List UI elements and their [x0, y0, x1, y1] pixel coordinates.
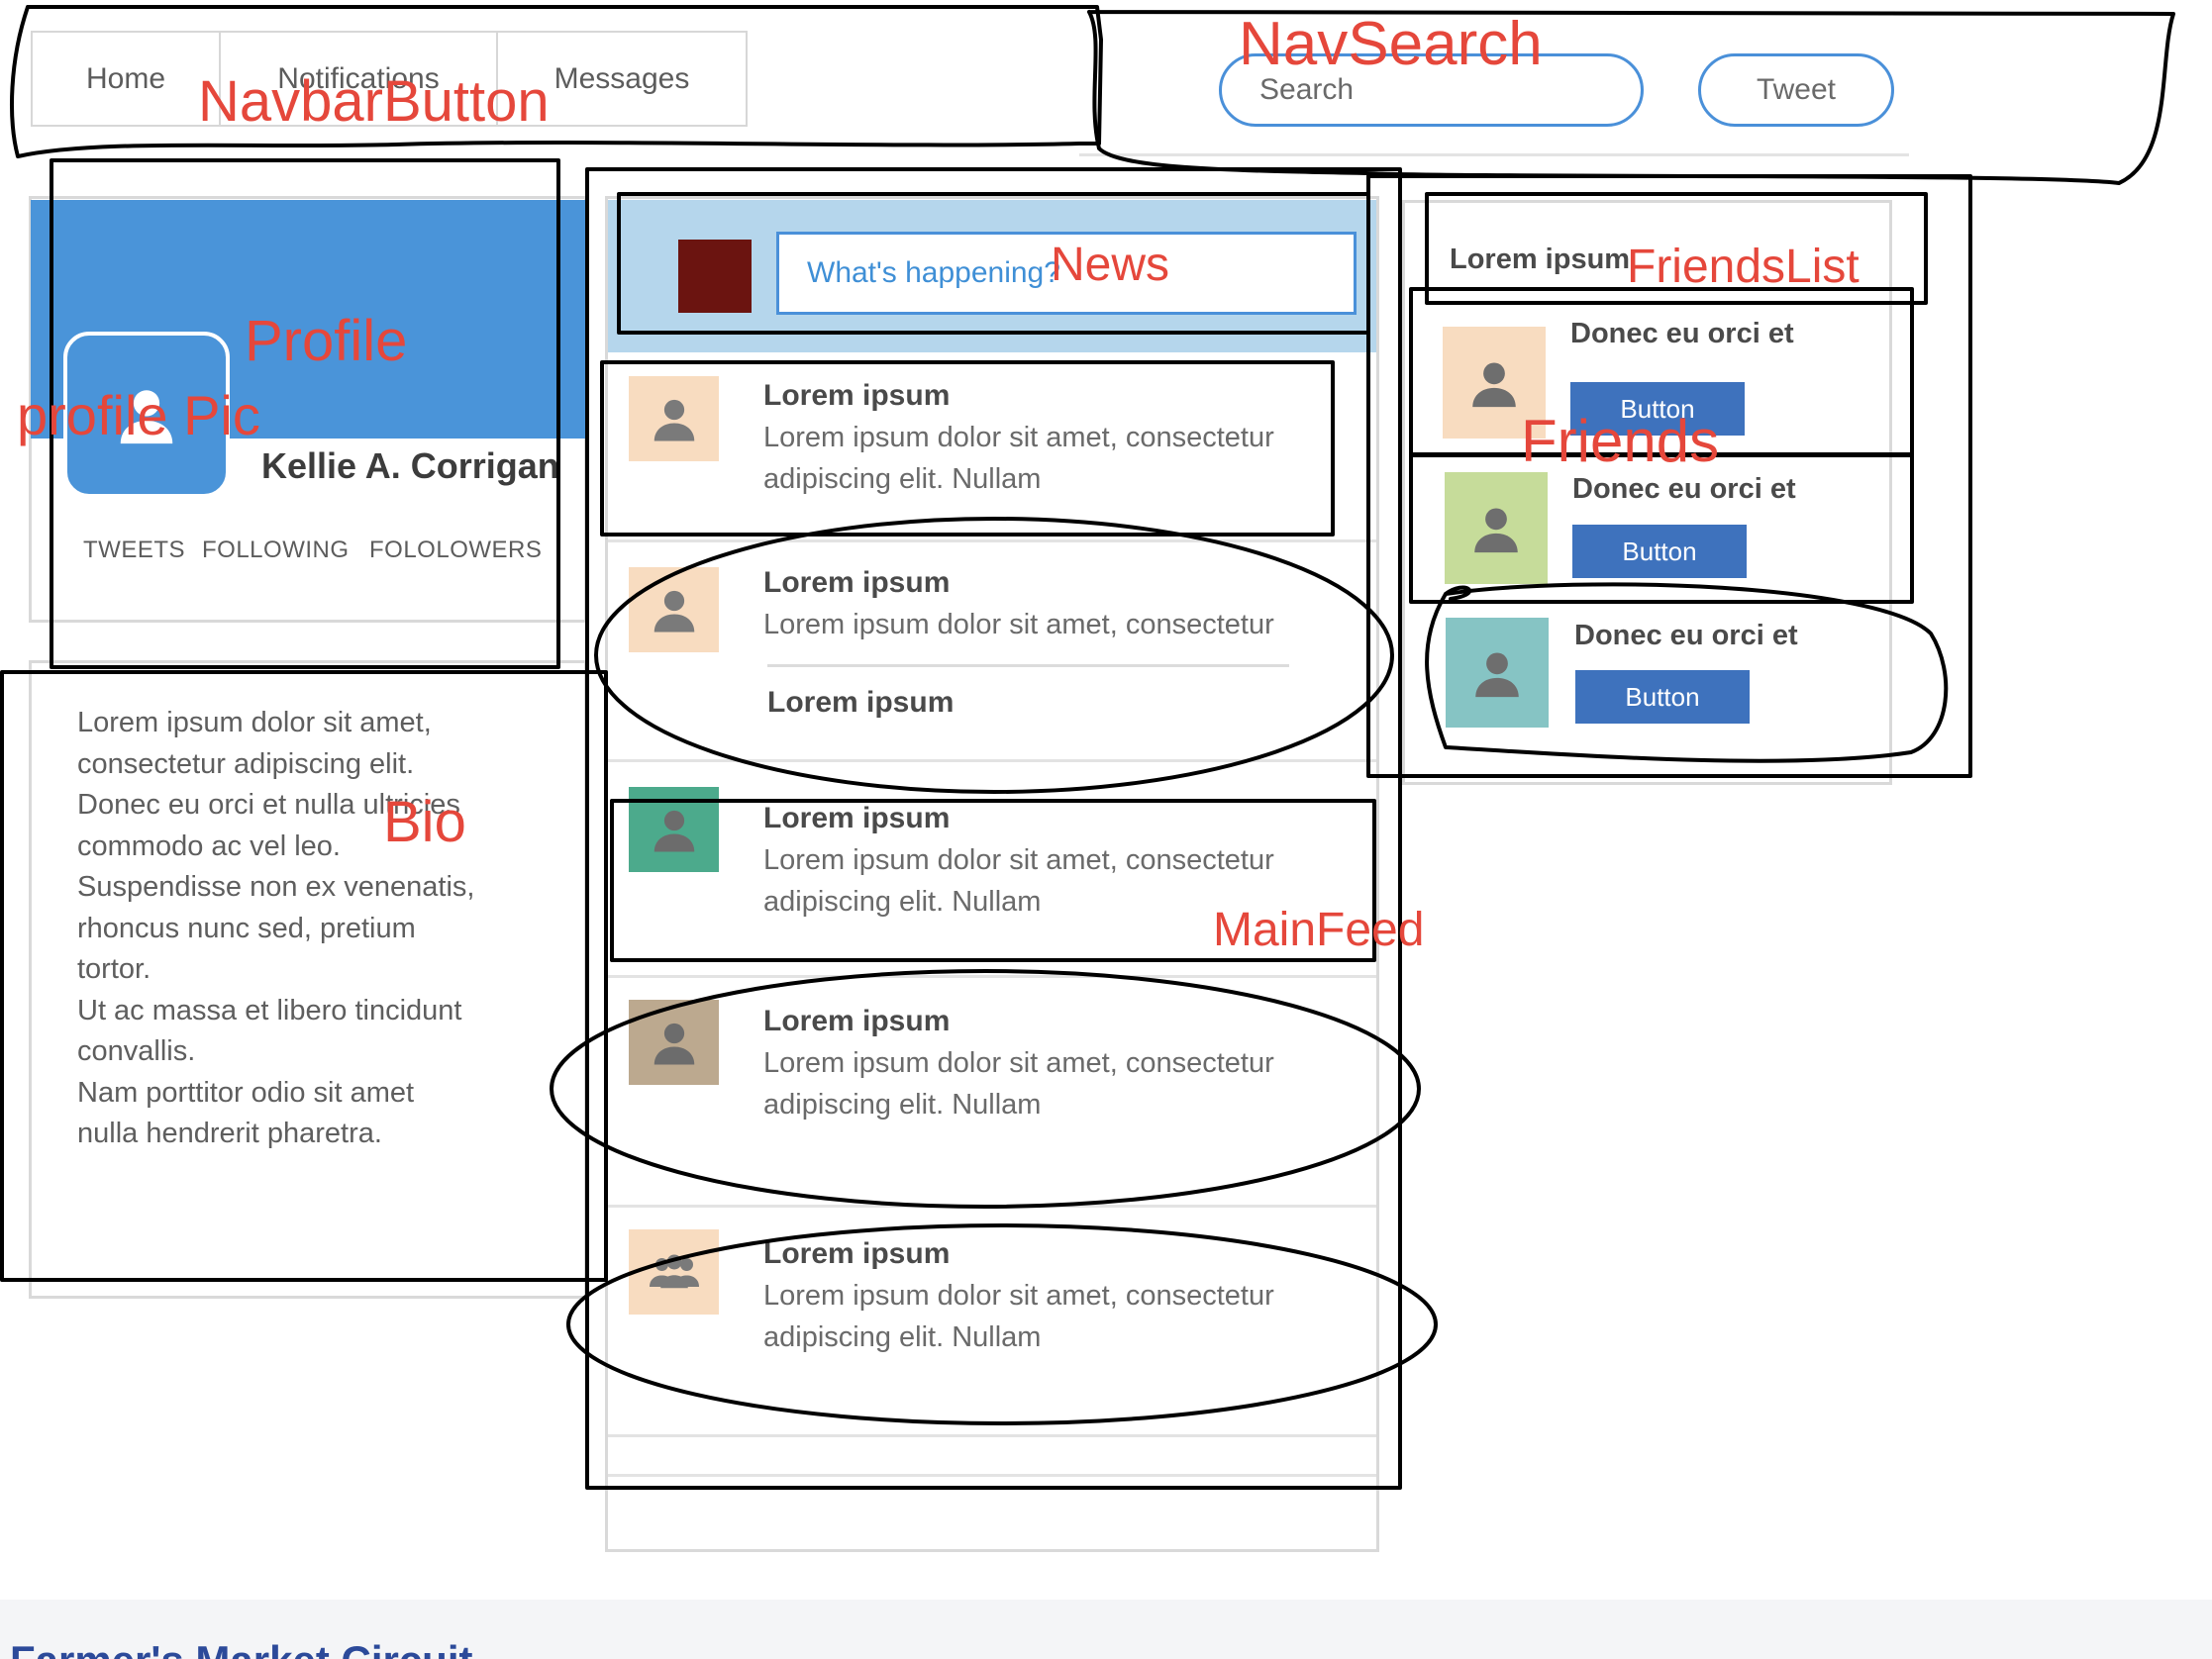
annotation-friends-list: FriendsList [1627, 241, 1860, 293]
feed-item-ellipse [566, 1223, 1438, 1425]
annotation-news: News [1051, 239, 1170, 291]
news-outline [617, 192, 1370, 335]
footer-strip: Farmer's Market Circuit [0, 1600, 2212, 1659]
feed-item-outline [600, 360, 1335, 537]
footer-title: Farmer's Market Circuit [10, 1637, 473, 1659]
friend-outline [1425, 582, 1949, 763]
annotation-bio: Bio [383, 790, 466, 854]
feed-item-ellipse [594, 517, 1394, 794]
friend-outline [1409, 452, 1914, 604]
annotation-main-feed: MainFeed [1213, 904, 1425, 956]
annotation-profile-pic: profile Pic [17, 384, 260, 446]
annotation-navbar-button: NavbarButton [198, 69, 550, 134]
feed-item-ellipse [550, 969, 1421, 1209]
bio-outline [0, 670, 608, 1282]
annotation-nav-search: NavSearch [1239, 10, 1543, 78]
annotation-profile: Profile [245, 309, 408, 373]
annotation-friends: Friends [1521, 408, 1720, 474]
main-feed-outline [585, 167, 1402, 1490]
navbar-outline [10, 5, 1103, 158]
